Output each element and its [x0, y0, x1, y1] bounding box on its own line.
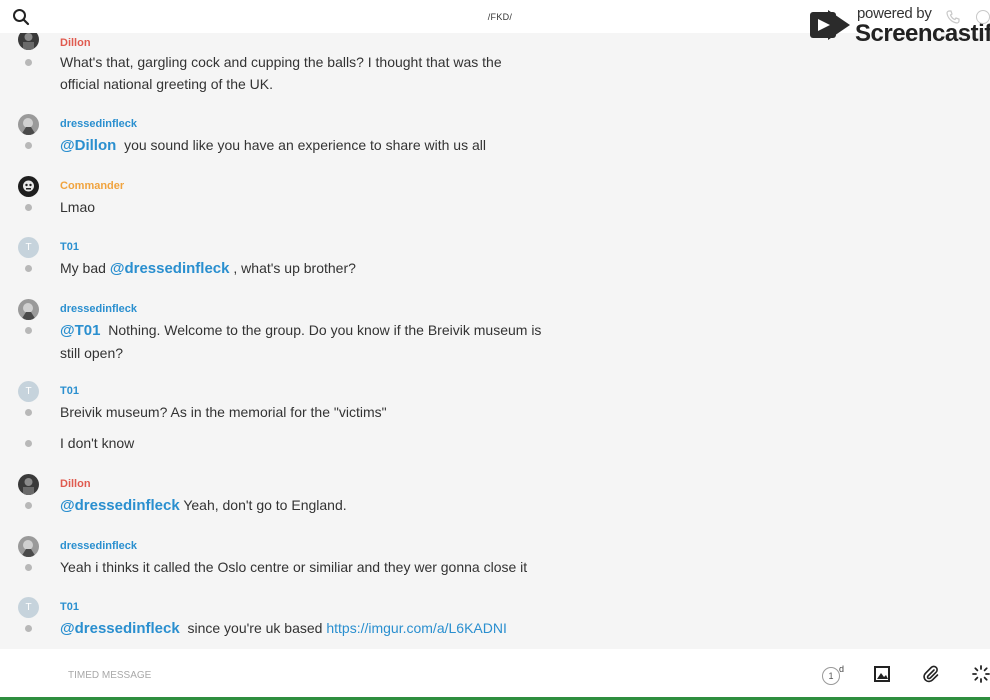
- avatar[interactable]: T: [18, 237, 39, 258]
- timer-unit: d: [839, 664, 845, 674]
- message-text: @Dillon you sound like you have an exper…: [60, 134, 560, 157]
- loading-spinner-icon[interactable]: [972, 665, 990, 683]
- message-text: Breivik museum? As in the memorial for t…: [60, 404, 387, 420]
- mention[interactable]: @dressedinfleck: [110, 260, 230, 277]
- message-group: dressedinfleck @T01 Nothing. Welcome to …: [0, 298, 600, 370]
- message-username[interactable]: dressedinfleck: [60, 303, 137, 315]
- message-group: Commander Lmao: [0, 175, 600, 225]
- message-text-body: , what's up brother?: [233, 260, 356, 276]
- message-list: Dillon What's that, gargling cock and cu…: [0, 33, 990, 649]
- message-username[interactable]: dressedinfleck: [60, 118, 137, 130]
- message-text-body: Nothing. Welcome to the group. Do you kn…: [60, 322, 542, 361]
- avatar[interactable]: [18, 299, 39, 320]
- message-bullet: [25, 204, 32, 211]
- message-text: Lmao: [60, 199, 96, 215]
- message-group: Dillon What's that, gargling cock and cu…: [0, 33, 600, 103]
- avatar[interactable]: [18, 114, 39, 135]
- avatar[interactable]: [18, 536, 39, 557]
- message-username[interactable]: Dillon: [60, 37, 91, 49]
- message-text: @dressedinfleck Yeah, don't go to Englan…: [60, 494, 560, 517]
- message-bullet: [25, 564, 32, 571]
- message-text-body: Yeah, don't go to England.: [183, 497, 347, 513]
- message-group: T T01 My bad @dressedinfleck , what's up…: [0, 236, 600, 286]
- message-text: My bad @dressedinfleck , what's up broth…: [60, 257, 560, 280]
- message-bullet: [25, 409, 32, 416]
- timer-button[interactable]: 1 d: [822, 664, 846, 686]
- message-text-body: you sound like you have an experience to…: [124, 137, 486, 153]
- mention[interactable]: @dressedinfleck: [60, 497, 180, 514]
- message-bullet: [25, 142, 32, 149]
- message-bullet: [25, 327, 32, 334]
- message-link[interactable]: https://imgur.com/a/L6KADNI: [326, 620, 507, 636]
- avatar[interactable]: T: [18, 381, 39, 402]
- message-username[interactable]: dressedinfleck: [60, 540, 137, 552]
- mention[interactable]: @T01: [60, 322, 100, 339]
- message-bullet: [25, 502, 32, 509]
- avatar[interactable]: [18, 474, 39, 495]
- message-text: I don't know: [60, 435, 135, 451]
- info-icon[interactable]: [976, 10, 990, 24]
- message-text: Yeah i thinks it called the Oslo centre …: [60, 559, 528, 575]
- message-username[interactable]: T01: [60, 241, 79, 253]
- timer-value: 1: [822, 667, 840, 685]
- message-bullet: [25, 59, 32, 66]
- message-username[interactable]: T01: [60, 601, 79, 613]
- image-icon[interactable]: [873, 665, 891, 683]
- message-input[interactable]: [68, 667, 568, 683]
- message-composer: 1 d: [0, 649, 990, 700]
- message-bullet: [25, 625, 32, 632]
- message-text: @T01 Nothing. Welcome to the group. Do y…: [60, 319, 560, 364]
- message-text-body: since you're uk based: [187, 620, 323, 636]
- message-bullet: [25, 265, 32, 272]
- phone-icon[interactable]: [946, 10, 960, 24]
- message-group: dressedinfleck Yeah i thinks it called t…: [0, 535, 600, 585]
- message-text: @dressedinfleck since you're uk based ht…: [60, 617, 560, 640]
- message-bullet: [25, 440, 32, 447]
- message-group: Dillon @dressedinfleck Yeah, don't go to…: [0, 473, 600, 523]
- message-group: dressedinfleck @Dillon you sound like yo…: [0, 113, 600, 163]
- message-username[interactable]: Dillon: [60, 478, 91, 490]
- message-group: T T01 @dressedinfleck since you're uk ba…: [0, 596, 600, 646]
- message-username[interactable]: T01: [60, 385, 79, 397]
- avatar[interactable]: T: [18, 597, 39, 618]
- message-text-prefix: My bad: [60, 260, 106, 276]
- mention[interactable]: @Dillon: [60, 137, 116, 154]
- paperclip-icon[interactable]: [922, 665, 940, 683]
- avatar[interactable]: [18, 33, 39, 50]
- avatar[interactable]: [18, 176, 39, 197]
- message-username[interactable]: Commander: [60, 180, 124, 192]
- mention[interactable]: @dressedinfleck: [60, 620, 180, 637]
- message-text: What's that, gargling cock and cupping t…: [60, 54, 502, 92]
- message-group: T T01 Breivik museum? As in the memorial…: [0, 380, 600, 462]
